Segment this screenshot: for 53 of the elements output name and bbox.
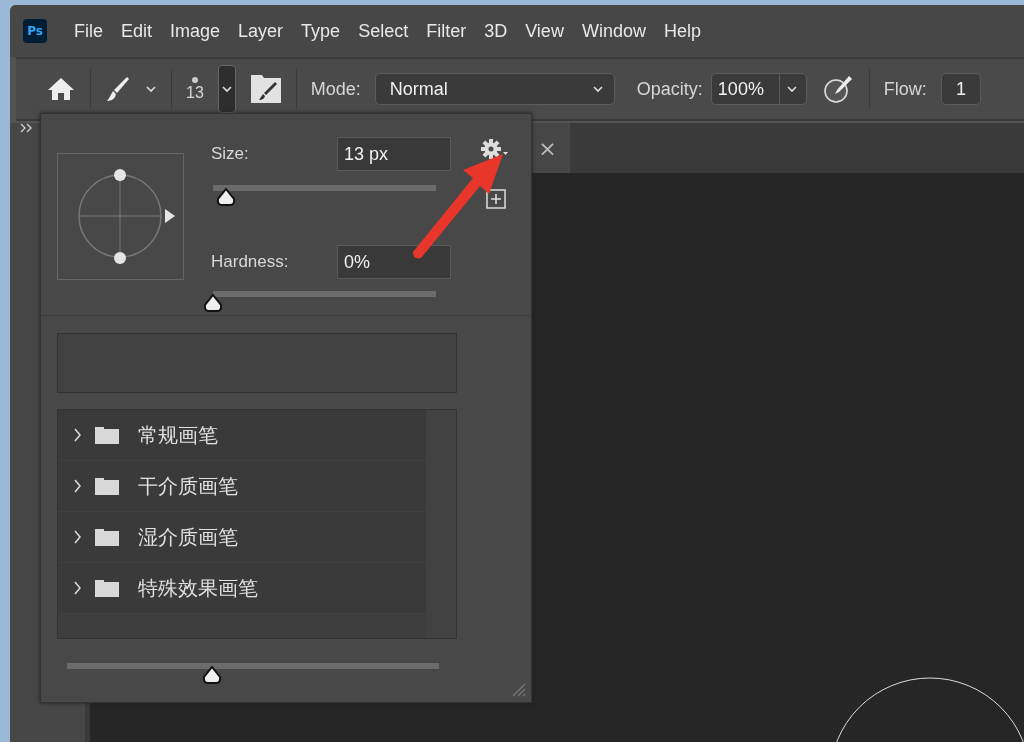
home-icon[interactable] [46, 76, 76, 102]
brush-preset-dropdown[interactable] [217, 65, 236, 113]
new-preset-icon[interactable] [486, 189, 506, 209]
opacity-label: Opacity: [636, 78, 703, 100]
chevron-down-icon [785, 85, 798, 93]
folder-row[interactable]: 常规画笔 [58, 410, 426, 461]
chevron-right-icon[interactable] [72, 478, 82, 494]
menu-item[interactable]: Help [654, 20, 710, 42]
folder-name: 常规画笔 [138, 421, 218, 449]
menu-item[interactable]: Edit [112, 20, 162, 42]
folder-icon [94, 476, 120, 496]
folder-name: 湿介质画笔 [138, 523, 238, 551]
chevron-right-icon[interactable] [72, 580, 82, 596]
brush-tip-icon [190, 76, 199, 84]
chevron-down-icon [145, 85, 157, 93]
folder-name: 特殊效果画笔 [138, 574, 258, 602]
flow-label: Flow: [883, 78, 927, 100]
hardness-label: Hardness: [211, 252, 289, 273]
menu-item[interactable]: Image [161, 20, 230, 42]
mode-dropdown[interactable]: Normal [374, 73, 615, 105]
chevron-right-icon[interactable] [72, 427, 82, 443]
menu-item[interactable]: File [65, 20, 112, 42]
size-label: Size: [211, 144, 249, 165]
app-logo[interactable]: Ps [23, 19, 47, 43]
menu-item[interactable]: Select [349, 20, 418, 42]
slider-thumb[interactable] [202, 293, 224, 313]
brush-size: 13 [186, 84, 204, 102]
folder-row[interactable]: 特殊效果画笔 [58, 563, 426, 614]
menu-item[interactable]: View [516, 20, 573, 42]
menu-item[interactable]: Layer [229, 20, 293, 42]
folder-row[interactable]: 湿介质画笔 [58, 512, 426, 563]
chevron-down-icon [220, 85, 233, 93]
folder-row[interactable]: 干介质画笔 [58, 461, 426, 512]
chevron-right-icon[interactable] [72, 529, 82, 545]
folder-icon [94, 527, 120, 547]
folder-icon [94, 578, 120, 598]
mode-label: Mode: [310, 78, 361, 100]
menu-item[interactable]: Filter [417, 20, 476, 42]
menu-item[interactable]: Window [572, 20, 655, 42]
menu-item[interactable]: 3D [475, 20, 517, 42]
opacity-field[interactable]: 100% [710, 73, 807, 105]
hardness-field[interactable]: 0% [337, 245, 451, 280]
settings-icon[interactable] [481, 139, 511, 159]
size-field[interactable]: 13 px [337, 137, 451, 172]
brush-icon[interactable] [105, 75, 131, 103]
slider-thumb[interactable] [201, 665, 224, 685]
folder-icon [94, 425, 120, 445]
brush-panel-icon[interactable] [249, 74, 282, 104]
slider-thumb[interactable] [215, 186, 238, 207]
flow-field[interactable]: 1 [940, 73, 981, 105]
chevron-down-icon [591, 85, 604, 93]
menu-item[interactable]: Type [292, 20, 350, 42]
folder-name: 干介质画笔 [138, 472, 238, 500]
